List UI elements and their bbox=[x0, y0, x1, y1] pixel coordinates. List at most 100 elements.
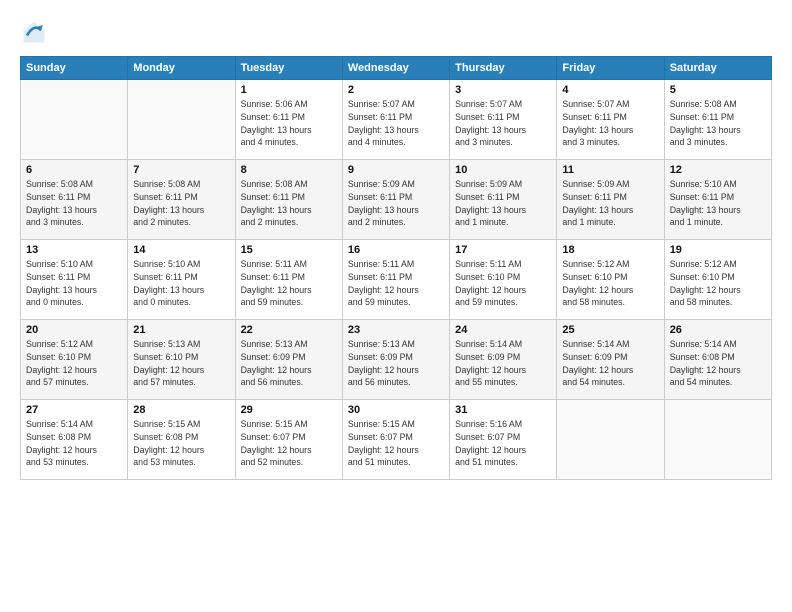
day-detail: Sunrise: 5:14 AM Sunset: 6:09 PM Dayligh… bbox=[562, 338, 658, 389]
day-detail: Sunrise: 5:06 AM Sunset: 6:11 PM Dayligh… bbox=[241, 98, 337, 149]
day-number: 30 bbox=[348, 404, 444, 416]
day-detail: Sunrise: 5:12 AM Sunset: 6:10 PM Dayligh… bbox=[670, 258, 766, 309]
calendar-cell: 6 Sunrise: 5:08 AM Sunset: 6:11 PM Daylig… bbox=[21, 160, 128, 240]
day-number: 8 bbox=[241, 164, 337, 176]
calendar-cell: 18 Sunrise: 5:12 AM Sunset: 6:10 PM Dayli… bbox=[557, 240, 664, 320]
day-detail: Sunrise: 5:14 AM Sunset: 6:08 PM Dayligh… bbox=[26, 418, 122, 469]
day-number: 17 bbox=[455, 244, 551, 256]
day-number: 4 bbox=[562, 84, 658, 96]
day-detail: Sunrise: 5:07 AM Sunset: 6:11 PM Dayligh… bbox=[562, 98, 658, 149]
day-detail: Sunrise: 5:15 AM Sunset: 6:07 PM Dayligh… bbox=[348, 418, 444, 469]
day-number: 20 bbox=[26, 324, 122, 336]
calendar-cell bbox=[664, 400, 771, 480]
weekday-header-friday: Friday bbox=[557, 57, 664, 80]
calendar-cell: 20 Sunrise: 5:12 AM Sunset: 6:10 PM Dayli… bbox=[21, 320, 128, 400]
day-detail: Sunrise: 5:11 AM Sunset: 6:11 PM Dayligh… bbox=[348, 258, 444, 309]
day-number: 19 bbox=[670, 244, 766, 256]
weekday-header-saturday: Saturday bbox=[664, 57, 771, 80]
calendar-cell: 9Sunrise: 5:09 AM Sunset: 6:11 PM Daylig… bbox=[342, 160, 449, 240]
week-row-1: 1 Sunrise: 5:06 AM Sunset: 6:11 PM Daylig… bbox=[21, 80, 772, 160]
day-number: 16 bbox=[348, 244, 444, 256]
day-number: 28 bbox=[133, 404, 229, 416]
calendar-cell: 23Sunrise: 5:13 AM Sunset: 6:09 PM Dayli… bbox=[342, 320, 449, 400]
day-detail: Sunrise: 5:10 AM Sunset: 6:11 PM Dayligh… bbox=[133, 258, 229, 309]
day-number: 18 bbox=[562, 244, 658, 256]
day-detail: Sunrise: 5:09 AM Sunset: 6:11 PM Dayligh… bbox=[455, 178, 551, 229]
calendar-cell bbox=[557, 400, 664, 480]
day-number: 3 bbox=[455, 84, 551, 96]
weekday-header-row: SundayMondayTuesdayWednesdayThursdayFrid… bbox=[21, 57, 772, 80]
day-detail: Sunrise: 5:09 AM Sunset: 6:11 PM Dayligh… bbox=[348, 178, 444, 229]
calendar-cell: 1 Sunrise: 5:06 AM Sunset: 6:11 PM Daylig… bbox=[235, 80, 342, 160]
day-detail: Sunrise: 5:10 AM Sunset: 6:11 PM Dayligh… bbox=[670, 178, 766, 229]
calendar-cell: 27 Sunrise: 5:14 AM Sunset: 6:08 PM Dayli… bbox=[21, 400, 128, 480]
day-detail: Sunrise: 5:10 AM Sunset: 6:11 PM Dayligh… bbox=[26, 258, 122, 309]
day-detail: Sunrise: 5:08 AM Sunset: 6:11 PM Dayligh… bbox=[241, 178, 337, 229]
calendar-cell: 28 Sunrise: 5:15 AM Sunset: 6:08 PM Dayli… bbox=[128, 400, 235, 480]
day-detail: Sunrise: 5:13 AM Sunset: 6:10 PM Dayligh… bbox=[133, 338, 229, 389]
day-detail: Sunrise: 5:11 AM Sunset: 6:10 PM Dayligh… bbox=[455, 258, 551, 309]
week-row-2: 6 Sunrise: 5:08 AM Sunset: 6:11 PM Daylig… bbox=[21, 160, 772, 240]
day-number: 10 bbox=[455, 164, 551, 176]
calendar-cell: 15 Sunrise: 5:11 AM Sunset: 6:11 PM Dayli… bbox=[235, 240, 342, 320]
day-number: 27 bbox=[26, 404, 122, 416]
day-detail: Sunrise: 5:08 AM Sunset: 6:11 PM Dayligh… bbox=[133, 178, 229, 229]
day-number: 15 bbox=[241, 244, 337, 256]
calendar-cell: 4 Sunrise: 5:07 AM Sunset: 6:11 PM Daylig… bbox=[557, 80, 664, 160]
day-number: 13 bbox=[26, 244, 122, 256]
week-row-5: 27 Sunrise: 5:14 AM Sunset: 6:08 PM Dayli… bbox=[21, 400, 772, 480]
calendar-cell: 24Sunrise: 5:14 AM Sunset: 6:09 PM Dayli… bbox=[450, 320, 557, 400]
day-detail: Sunrise: 5:08 AM Sunset: 6:11 PM Dayligh… bbox=[26, 178, 122, 229]
day-number: 2 bbox=[348, 84, 444, 96]
day-number: 31 bbox=[455, 404, 551, 416]
day-number: 7 bbox=[133, 164, 229, 176]
weekday-header-thursday: Thursday bbox=[450, 57, 557, 80]
day-detail: Sunrise: 5:12 AM Sunset: 6:10 PM Dayligh… bbox=[26, 338, 122, 389]
day-number: 14 bbox=[133, 244, 229, 256]
day-number: 11 bbox=[562, 164, 658, 176]
page: SundayMondayTuesdayWednesdayThursdayFrid… bbox=[0, 0, 792, 612]
week-row-3: 13 Sunrise: 5:10 AM Sunset: 6:11 PM Dayli… bbox=[21, 240, 772, 320]
calendar-cell: 8 Sunrise: 5:08 AM Sunset: 6:11 PM Daylig… bbox=[235, 160, 342, 240]
logo bbox=[20, 18, 52, 46]
calendar-cell: 11Sunrise: 5:09 AM Sunset: 6:11 PM Dayli… bbox=[557, 160, 664, 240]
week-row-4: 20 Sunrise: 5:12 AM Sunset: 6:10 PM Dayli… bbox=[21, 320, 772, 400]
calendar-cell: 21 Sunrise: 5:13 AM Sunset: 6:10 PM Dayli… bbox=[128, 320, 235, 400]
day-number: 24 bbox=[455, 324, 551, 336]
calendar-cell: 10 Sunrise: 5:09 AM Sunset: 6:11 PM Dayli… bbox=[450, 160, 557, 240]
calendar-cell: 5 Sunrise: 5:08 AM Sunset: 6:11 PM Daylig… bbox=[664, 80, 771, 160]
calendar-cell: 30 Sunrise: 5:15 AM Sunset: 6:07 PM Dayli… bbox=[342, 400, 449, 480]
day-number: 5 bbox=[670, 84, 766, 96]
day-detail: Sunrise: 5:13 AM Sunset: 6:09 PM Dayligh… bbox=[241, 338, 337, 389]
day-number: 21 bbox=[133, 324, 229, 336]
calendar-cell: 13 Sunrise: 5:10 AM Sunset: 6:11 PM Dayli… bbox=[21, 240, 128, 320]
calendar-cell: 29Sunrise: 5:15 AM Sunset: 6:07 PM Dayli… bbox=[235, 400, 342, 480]
calendar-cell: 25Sunrise: 5:14 AM Sunset: 6:09 PM Dayli… bbox=[557, 320, 664, 400]
day-detail: Sunrise: 5:13 AM Sunset: 6:09 PM Dayligh… bbox=[348, 338, 444, 389]
day-number: 26 bbox=[670, 324, 766, 336]
calendar-cell: 17 Sunrise: 5:11 AM Sunset: 6:10 PM Dayli… bbox=[450, 240, 557, 320]
calendar-cell: 14 Sunrise: 5:10 AM Sunset: 6:11 PM Dayli… bbox=[128, 240, 235, 320]
weekday-header-tuesday: Tuesday bbox=[235, 57, 342, 80]
calendar-cell: 22Sunrise: 5:13 AM Sunset: 6:09 PM Dayli… bbox=[235, 320, 342, 400]
calendar-cell: 16 Sunrise: 5:11 AM Sunset: 6:11 PM Dayli… bbox=[342, 240, 449, 320]
day-number: 29 bbox=[241, 404, 337, 416]
calendar-cell: 31Sunrise: 5:16 AM Sunset: 6:07 PM Dayli… bbox=[450, 400, 557, 480]
day-number: 6 bbox=[26, 164, 122, 176]
day-detail: Sunrise: 5:15 AM Sunset: 6:08 PM Dayligh… bbox=[133, 418, 229, 469]
calendar-cell bbox=[128, 80, 235, 160]
day-number: 1 bbox=[241, 84, 337, 96]
calendar-table: SundayMondayTuesdayWednesdayThursdayFrid… bbox=[20, 56, 772, 480]
weekday-header-monday: Monday bbox=[128, 57, 235, 80]
calendar-cell: 19 Sunrise: 5:12 AM Sunset: 6:10 PM Dayli… bbox=[664, 240, 771, 320]
calendar-cell: 26 Sunrise: 5:14 AM Sunset: 6:08 PM Dayli… bbox=[664, 320, 771, 400]
day-detail: Sunrise: 5:14 AM Sunset: 6:08 PM Dayligh… bbox=[670, 338, 766, 389]
calendar-cell: 7 Sunrise: 5:08 AM Sunset: 6:11 PM Daylig… bbox=[128, 160, 235, 240]
day-number: 12 bbox=[670, 164, 766, 176]
day-detail: Sunrise: 5:12 AM Sunset: 6:10 PM Dayligh… bbox=[562, 258, 658, 309]
day-detail: Sunrise: 5:11 AM Sunset: 6:11 PM Dayligh… bbox=[241, 258, 337, 309]
day-detail: Sunrise: 5:08 AM Sunset: 6:11 PM Dayligh… bbox=[670, 98, 766, 149]
weekday-header-wednesday: Wednesday bbox=[342, 57, 449, 80]
logo-icon bbox=[20, 18, 48, 46]
day-detail: Sunrise: 5:07 AM Sunset: 6:11 PM Dayligh… bbox=[455, 98, 551, 149]
